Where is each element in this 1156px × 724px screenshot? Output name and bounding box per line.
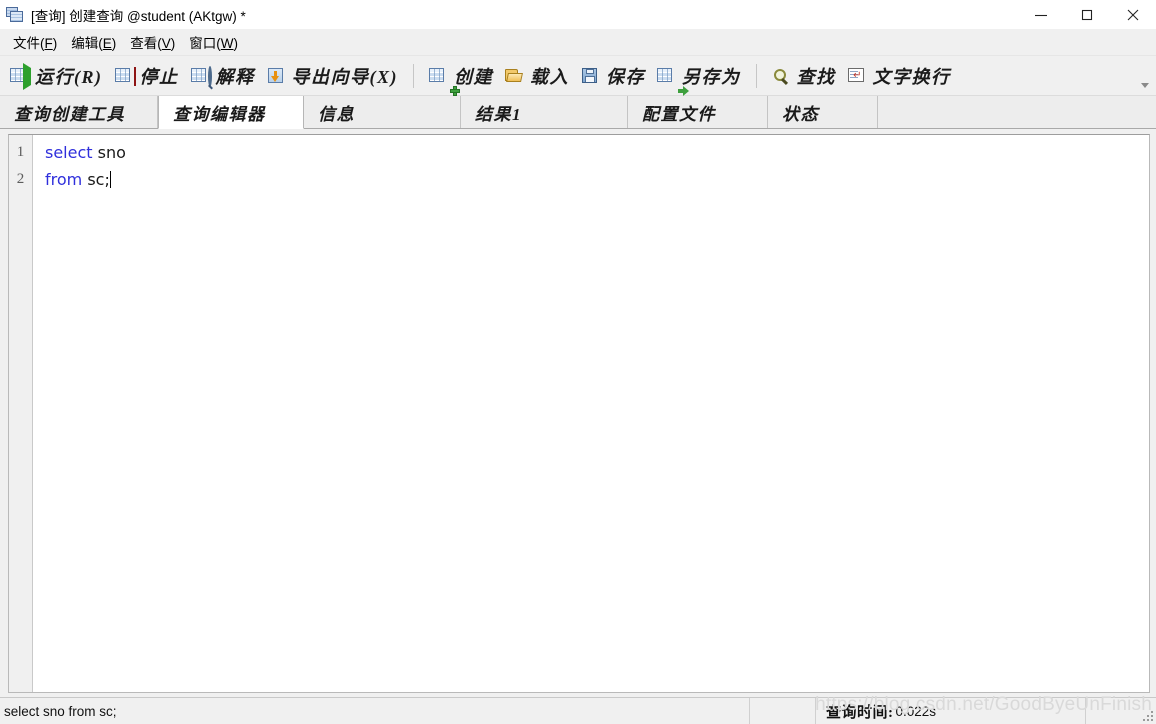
menu-accel-view: V — [161, 36, 171, 51]
code-line: from sc; — [45, 166, 1149, 193]
text-caret — [109, 171, 111, 188]
chevron-down-icon[interactable] — [1138, 78, 1152, 92]
maximize-icon[interactable] — [1064, 0, 1110, 29]
tab-query-builder[interactable]: 查询创建工具 — [0, 96, 158, 128]
tab-info[interactable]: 信息 — [304, 96, 461, 128]
export-wizard-icon — [267, 67, 287, 85]
status-query-time: 查询时间: 0.022s — [816, 698, 1086, 724]
sql-keyword: from — [45, 170, 83, 189]
menu-item-view[interactable]: 查看(V) — [123, 30, 182, 54]
window-controls — [1018, 0, 1156, 29]
menu-label-file: 文件 — [13, 36, 40, 51]
run-button[interactable]: 运行(R) — [4, 60, 109, 92]
menu-accel-file: F — [44, 36, 53, 51]
menu-item-window[interactable]: 窗口(W) — [182, 30, 245, 54]
find-button[interactable]: 查找 — [766, 60, 842, 92]
toolbar-separator-2 — [755, 63, 757, 88]
new-query-icon — [429, 67, 449, 85]
explain-icon — [190, 65, 212, 87]
query-editor-window: [查询] 创建查询 @student (AKtgw) * 文件(F) 编辑(E)… — [0, 0, 1156, 724]
line-number-gutter: 1 2 — [9, 135, 33, 692]
tab-profile[interactable]: 配置文件 — [628, 96, 768, 128]
status-spacer-pane — [750, 698, 816, 724]
status-sql-text: select sno from sc; — [0, 698, 750, 724]
tab-bar: 查询创建工具 查询编辑器 信息 结果1 配置文件 状态 — [0, 96, 1156, 129]
sql-keyword: select — [45, 143, 93, 162]
new-query-button-label: 创建 — [454, 66, 493, 87]
code-line: select sno — [45, 139, 1149, 166]
menu-label-window: 窗口 — [189, 36, 217, 51]
tab-result-1[interactable]: 结果1 — [461, 96, 628, 128]
status-bar: select sno from sc; 查询时间: 0.022s https:/… — [0, 694, 1156, 724]
save-as-button-label: 另存为 — [682, 66, 741, 87]
menu-label-edit: 编辑 — [71, 36, 99, 51]
save-as-button[interactable]: 另存为 — [651, 60, 747, 92]
resize-grip[interactable] — [1142, 710, 1153, 721]
toolbar: 运行(R) 停止 解释 导出向导(X) 创建 载入 保存 另存为 查找 ↵ 文字… — [0, 56, 1156, 96]
load-button-label: 载入 — [530, 66, 569, 87]
explain-button-label: 解释 — [215, 66, 255, 87]
word-wrap-button-label: 文字换行 — [872, 66, 951, 87]
line-number: 1 — [16, 144, 25, 160]
stop-button-label: 停止 — [139, 66, 179, 87]
stop-icon — [114, 66, 136, 86]
close-icon[interactable] — [1110, 0, 1156, 29]
save-button[interactable]: 保存 — [575, 60, 651, 92]
save-button-label: 保存 — [606, 66, 645, 87]
menu-bar: 文件(F) 编辑(E) 查看(V) 窗口(W) — [0, 29, 1156, 56]
find-button-label: 查找 — [796, 66, 836, 87]
query-time-value: 0.022s — [895, 703, 937, 719]
tab-status[interactable]: 状态 — [768, 96, 878, 128]
save-as-icon — [657, 67, 677, 85]
minimize-icon[interactable] — [1018, 0, 1064, 29]
explain-button[interactable]: 解释 — [185, 60, 261, 92]
load-button[interactable]: 载入 — [499, 60, 575, 92]
editor-area: 1 2 select sno from sc; — [0, 129, 1156, 697]
query-window-icon — [6, 6, 24, 23]
export-wizard-button-label: 导出向导(X) — [291, 66, 398, 87]
load-icon — [505, 67, 525, 85]
menu-item-file[interactable]: 文件(F) — [6, 30, 64, 54]
sql-code-text[interactable]: select sno from sc; — [33, 135, 1149, 692]
menu-item-edit[interactable]: 编辑(E) — [64, 30, 123, 54]
toolbar-separator-1 — [413, 63, 414, 88]
stop-button[interactable]: 停止 — [109, 60, 185, 92]
window-title: [查询] 创建查询 @student (AKtgw) * — [31, 8, 246, 24]
new-query-button[interactable]: 创建 — [423, 60, 499, 92]
run-icon — [10, 62, 31, 90]
tab-bar-filler — [878, 96, 1156, 128]
sql-identifier: sc; — [82, 170, 110, 189]
save-icon — [581, 67, 601, 85]
menu-accel-window: W — [220, 36, 234, 51]
title-bar: [查询] 创建查询 @student (AKtgw) * — [0, 0, 1156, 29]
sql-editor[interactable]: 1 2 select sno from sc; — [8, 134, 1150, 693]
sql-identifier: sno — [92, 143, 126, 162]
menu-label-view: 查看 — [130, 36, 158, 51]
find-icon — [772, 67, 792, 85]
tab-query-editor[interactable]: 查询编辑器 — [158, 96, 304, 129]
menu-accel-edit: E — [102, 36, 112, 51]
export-wizard-button[interactable]: 导出向导(X) — [261, 60, 405, 92]
query-time-label: 查询时间: — [826, 704, 894, 721]
line-number: 2 — [16, 171, 25, 187]
run-button-label: 运行(R) — [35, 66, 103, 87]
word-wrap-button[interactable]: ↵ 文字换行 — [842, 60, 957, 92]
word-wrap-icon: ↵ — [847, 67, 868, 85]
